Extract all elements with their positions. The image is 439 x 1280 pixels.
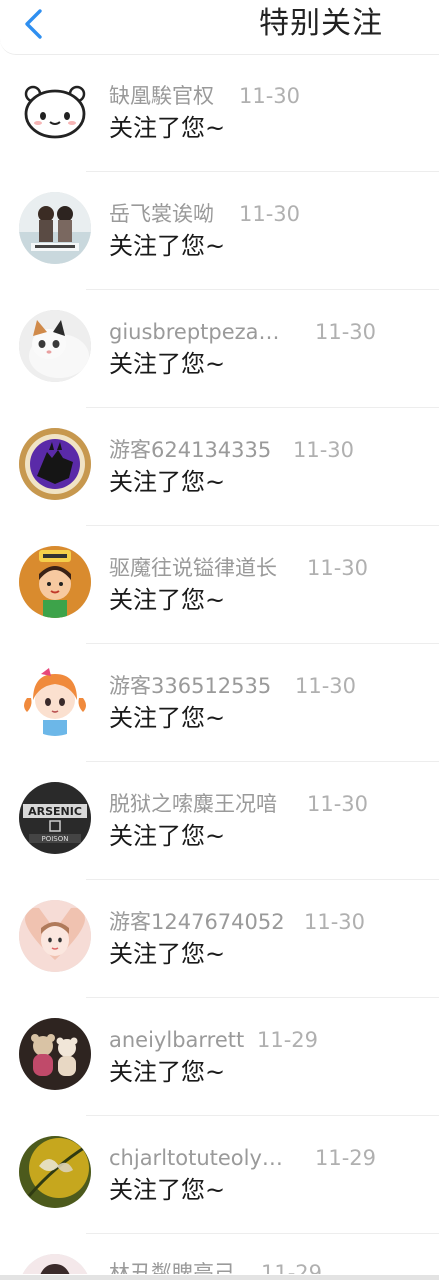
follow-date: 11-29: [261, 1261, 323, 1274]
username[interactable]: 游客336512535: [109, 673, 271, 699]
follow-message: 关注了您~: [109, 232, 226, 260]
butterfly-leaf-avatar: [19, 1136, 91, 1208]
follow-date: 11-29: [257, 1028, 319, 1052]
list-item[interactable]: chjarltotuteoly… 11-29 关注了您~: [0, 1116, 439, 1234]
follow-message: 关注了您~: [109, 586, 226, 614]
avatar[interactable]: [19, 1136, 91, 1208]
follow-date: 11-30: [239, 84, 301, 108]
username[interactable]: giusbreptpeza…: [109, 319, 280, 345]
follow-date: 11-30: [307, 792, 369, 816]
avatar[interactable]: [19, 310, 91, 382]
follow-message: 关注了您~: [109, 114, 226, 142]
back-button[interactable]: [14, 4, 58, 44]
anime-girl-avatar: [19, 664, 91, 736]
list-item[interactable]: 游客336512535 11-30 关注了您~: [0, 644, 439, 762]
list-item[interactable]: 游客1247674052 11-30 关注了您~: [0, 880, 439, 998]
username[interactable]: 脱狱之嗦麋王况喑: [109, 791, 277, 817]
list-item[interactable]: 缺凰騃官权 11-30 关注了您~: [0, 54, 439, 172]
girl-portrait-avatar: [19, 1254, 91, 1274]
follow-date: 11-29: [315, 1146, 377, 1170]
teddy-bears-avatar: [19, 1018, 91, 1090]
username[interactable]: 岳飞裳诶呦: [109, 201, 214, 227]
username[interactable]: 林丑粼睥亮己: [109, 1260, 235, 1274]
follow-date: 11-30: [315, 320, 377, 344]
top-bar: 特别关注: [0, 0, 439, 55]
username[interactable]: 游客1247674052: [109, 909, 285, 935]
list-item[interactable]: 驱魔往说镒律道长 11-30 关注了您~: [0, 526, 439, 644]
follow-message: 关注了您~: [109, 468, 226, 496]
arsenic-poison-avatar: ARSENIC POISON: [19, 782, 91, 854]
follow-message: 关注了您~: [109, 822, 226, 850]
bottom-edge: [0, 1275, 439, 1280]
follow-date: 11-30: [307, 556, 369, 580]
username[interactable]: chjarltotuteoly…: [109, 1145, 283, 1171]
avatar[interactable]: [19, 900, 91, 972]
list-item[interactable]: aneiylbarrett 11-29 关注了您~: [0, 998, 439, 1116]
avatar[interactable]: [19, 428, 91, 500]
heart-hands-girl-avatar: [19, 900, 91, 972]
avatar[interactable]: ARSENIC POISON: [19, 782, 91, 854]
follow-date: 11-30: [295, 674, 357, 698]
cartoon-girl-sign-avatar: [19, 546, 91, 618]
list-item[interactable]: 游客624134335 11-30 关注了您~: [0, 408, 439, 526]
page-title: 特别关注: [259, 6, 383, 41]
list-item[interactable]: giusbreptpeza… 11-30 关注了您~: [0, 290, 439, 408]
avatar[interactable]: [19, 1018, 91, 1090]
follow-list: 缺凰騃官权 11-30 关注了您~ 岳飞裳诶呦 11-30 关注了您~ gius…: [0, 54, 439, 1274]
follow-message: 关注了您~: [109, 940, 226, 968]
username[interactable]: aneiylbarrett: [109, 1027, 244, 1053]
list-item[interactable]: 林丑粼睥亮己 11-29: [0, 1234, 439, 1274]
cartoon-face-avatar: [19, 74, 91, 146]
follow-message: 关注了您~: [109, 1058, 226, 1086]
follow-date: 11-30: [293, 438, 355, 462]
username[interactable]: 缺凰騃官权: [109, 83, 214, 109]
follow-message: 关注了您~: [109, 1176, 226, 1204]
couple-photo-avatar: [19, 192, 91, 264]
list-item[interactable]: ARSENIC POISON 脱狱之嗦麋王况喑 11-30 关注了您~: [0, 762, 439, 880]
follow-message: 关注了您~: [109, 704, 226, 732]
follow-date: 11-30: [239, 202, 301, 226]
username[interactable]: 游客624134335: [109, 437, 271, 463]
avatar[interactable]: [19, 664, 91, 736]
follow-date: 11-30: [304, 910, 366, 934]
chevron-left-icon: [25, 9, 42, 39]
svg-text:ARSENIC: ARSENIC: [28, 805, 82, 818]
avatar[interactable]: [19, 74, 91, 146]
avatar[interactable]: [19, 546, 91, 618]
avatar[interactable]: [19, 1254, 91, 1274]
avatar[interactable]: [19, 192, 91, 264]
list-item[interactable]: 岳飞裳诶呦 11-30 关注了您~: [0, 172, 439, 290]
username[interactable]: 驱魔往说镒律道长: [109, 555, 277, 581]
cat-photo-avatar: [19, 310, 91, 382]
follow-message: 关注了您~: [109, 350, 226, 378]
batman-badge-avatar: [19, 428, 91, 500]
svg-text:POISON: POISON: [42, 835, 69, 843]
